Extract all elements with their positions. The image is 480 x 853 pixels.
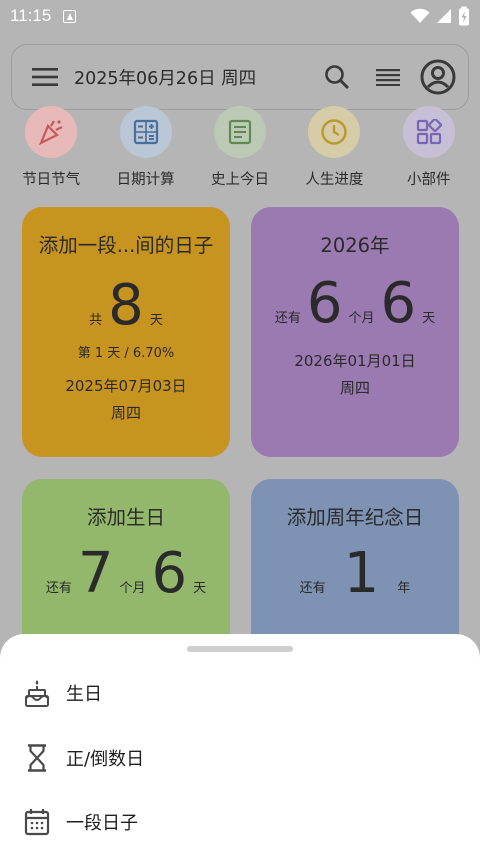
widgets-icon xyxy=(416,119,442,145)
battery-icon xyxy=(459,6,469,26)
count-months: 6 xyxy=(306,271,343,336)
card-title: 添加周年纪念日 xyxy=(286,506,424,529)
calendar-icon xyxy=(24,809,50,836)
sheet-item-label: 正/倒数日 xyxy=(66,749,145,770)
status-icons xyxy=(410,6,470,26)
add-bottom-sheet: 生日 正/倒数日 一段日子 xyxy=(0,634,480,853)
count-days: 6 xyxy=(380,271,417,336)
calculator-icon xyxy=(133,119,158,145)
count-prefix: 还有 xyxy=(299,581,326,596)
quick-item-history-today[interactable]: 史上今日 xyxy=(196,106,284,190)
count-number: 1 xyxy=(343,541,380,606)
document-icon xyxy=(228,119,252,145)
card-count-row: 共 8 天 xyxy=(22,278,230,334)
quick-item-widgets[interactable]: 小部件 xyxy=(385,106,473,190)
card-year[interactable]: 2026年 还有 6 个月 6 天 2026年01月01日 周四 xyxy=(251,207,459,457)
count-unit-months: 个月 xyxy=(119,581,146,596)
quick-actions: 节日节气 日期计算 史上今日 人生进度 小部件 xyxy=(0,106,480,190)
quick-icon-bg xyxy=(402,106,455,158)
quick-label: 小部件 xyxy=(407,172,451,188)
card-title: 添加一段...间的日子 xyxy=(38,234,214,257)
card-count-row: 还有 7 个月 6 天 xyxy=(22,546,230,602)
count-number: 8 xyxy=(108,273,144,338)
target-weekday: 周四 xyxy=(339,379,370,397)
notification-a-icon xyxy=(63,9,77,23)
top-bar: 2025年06月26日 周四 xyxy=(11,44,469,110)
count-months: 7 xyxy=(77,541,114,606)
count-unit-months: 个月 xyxy=(348,311,375,326)
account-icon[interactable] xyxy=(420,59,456,95)
count-unit-days: 天 xyxy=(422,311,436,326)
quick-item-life-progress[interactable]: 人生进度 xyxy=(290,106,378,190)
target-weekday: 周四 xyxy=(110,404,141,422)
status-time: 11:15 xyxy=(10,6,52,25)
sheet-item-label: 生日 xyxy=(66,684,102,705)
clock-icon xyxy=(321,119,348,145)
hourglass-icon xyxy=(28,744,46,772)
progress-text: 第 1 天 / 6.70% xyxy=(77,346,175,361)
count-unit-days: 天 xyxy=(193,581,207,596)
quick-icon-bg xyxy=(119,106,172,158)
sheet-item-label: 一段日子 xyxy=(66,813,138,834)
count-unit: 年 xyxy=(397,581,411,596)
quick-item-festivals[interactable]: 节日节气 xyxy=(7,106,95,190)
target-date: 2025年07月03日 xyxy=(65,377,187,395)
target-date: 2026年01月01日 xyxy=(294,352,416,370)
count-prefix: 共 xyxy=(89,313,103,328)
quick-item-date-calc[interactable]: 日期计算 xyxy=(102,106,190,190)
count-unit: 天 xyxy=(149,313,163,328)
quick-icon-bg xyxy=(213,106,266,158)
count-prefix: 还有 xyxy=(45,581,72,596)
status-bar: 11:15 xyxy=(0,0,480,32)
signal-icon xyxy=(437,9,451,23)
cake-icon xyxy=(25,680,49,707)
quick-label: 日期计算 xyxy=(116,172,175,188)
quick-icon-bg xyxy=(25,106,78,158)
quick-icon-bg xyxy=(308,106,361,158)
search-icon[interactable] xyxy=(324,64,350,90)
quick-label: 人生进度 xyxy=(305,172,364,188)
party-popper-icon xyxy=(39,120,63,146)
quick-label: 史上今日 xyxy=(210,172,269,188)
sheet-item-countdown[interactable]: 正/倒数日 xyxy=(0,730,480,786)
menu-icon[interactable] xyxy=(32,67,58,87)
card-count-row: 还有 1 年 xyxy=(251,546,459,602)
sheet-item-period[interactable]: 一段日子 xyxy=(0,794,480,850)
card-title: 2026年 xyxy=(320,234,390,257)
count-days: 6 xyxy=(151,541,188,606)
wifi-icon xyxy=(410,8,430,23)
quick-label: 节日节气 xyxy=(22,172,81,188)
current-date[interactable]: 2025年06月26日 周四 xyxy=(74,65,256,90)
sheet-drag-handle[interactable] xyxy=(187,646,293,652)
count-prefix: 还有 xyxy=(274,311,301,326)
list-view-icon[interactable] xyxy=(376,68,400,86)
top-bar-actions xyxy=(324,59,456,95)
card-count-row: 还有 6 个月 6 天 xyxy=(251,276,459,332)
card-title: 添加生日 xyxy=(86,506,165,529)
sheet-item-birthday[interactable]: 生日 xyxy=(0,665,480,721)
card-period[interactable]: 添加一段...间的日子 共 8 天 第 1 天 / 6.70% 2025年07月… xyxy=(22,207,230,457)
